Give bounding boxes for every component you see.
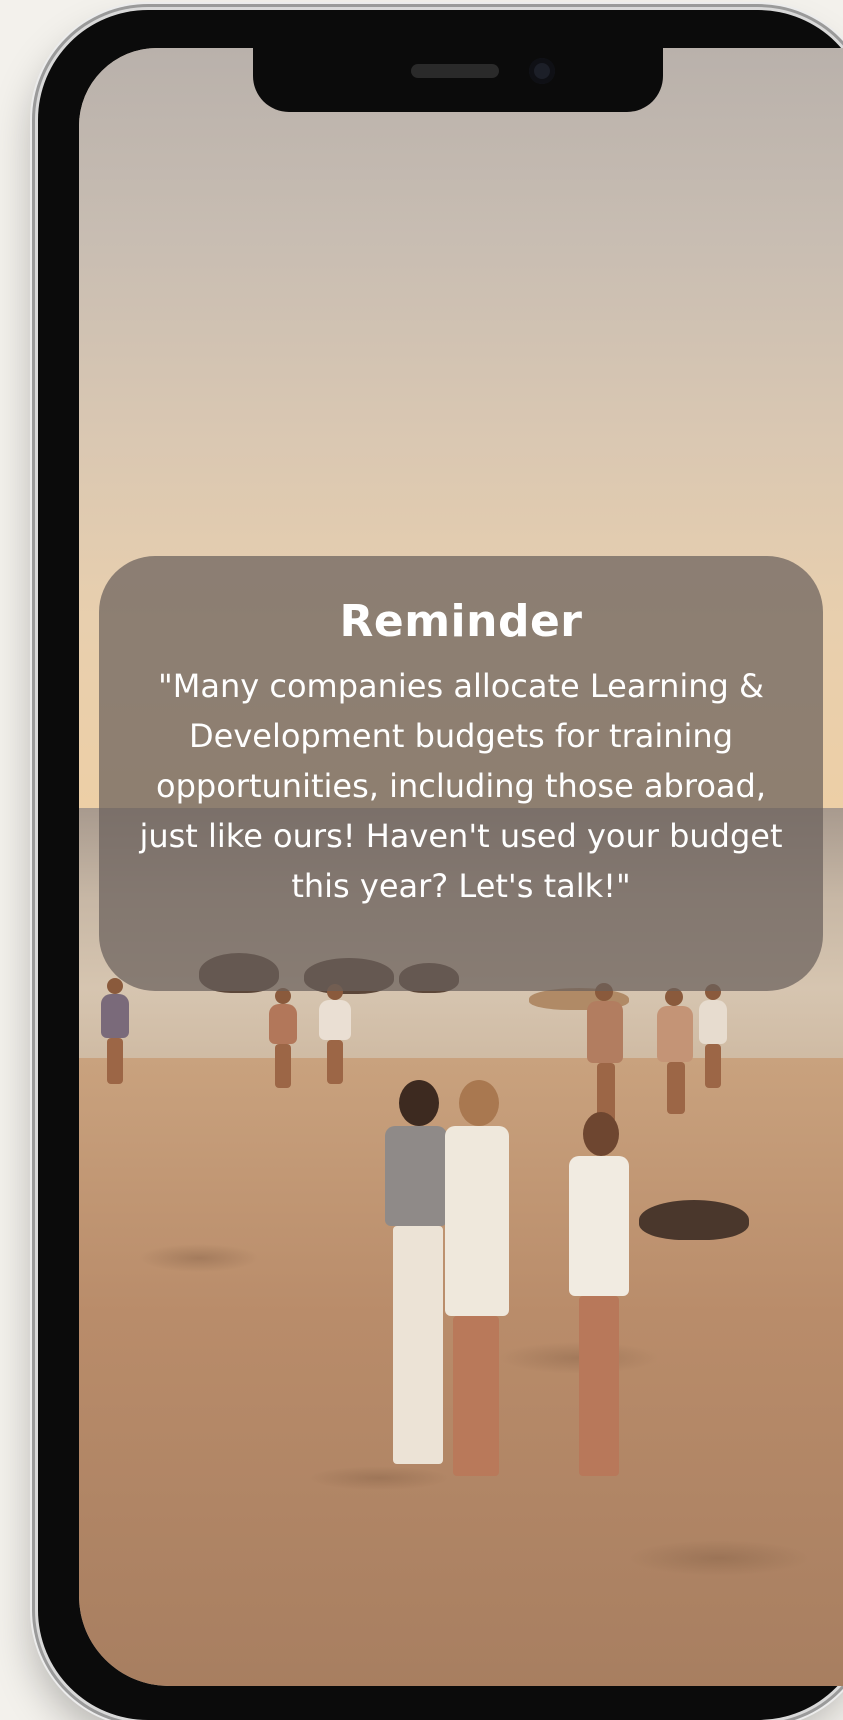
mute-switch	[30, 285, 38, 345]
volume-up-button	[30, 405, 38, 525]
photo-rock	[639, 1200, 749, 1240]
reminder-title: Reminder	[339, 596, 583, 647]
volume-down-button	[30, 570, 38, 690]
phone-notch	[253, 38, 663, 112]
front-camera-icon	[529, 58, 555, 84]
reminder-card: Reminder "Many companies allocate Learni…	[99, 556, 823, 991]
reminder-message: "Many companies allocate Learning & Deve…	[139, 666, 783, 905]
earpiece-speaker	[411, 64, 499, 78]
